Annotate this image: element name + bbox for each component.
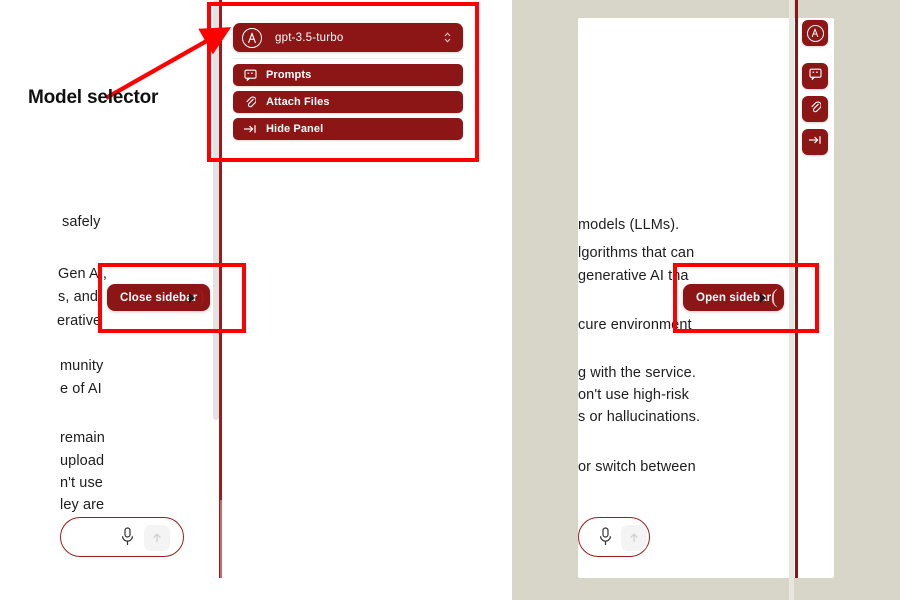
rail-button-hide-panel[interactable]: [802, 129, 828, 155]
doc-line: g with the service.: [578, 365, 696, 381]
microphone-icon[interactable]: [121, 527, 134, 553]
doc-line: ley are: [60, 497, 105, 513]
arrow-up-icon: [153, 533, 161, 542]
arrow-up-icon: [630, 533, 638, 542]
left-red-divider-fade: [220, 500, 222, 578]
rail-button-prompts[interactable]: [802, 63, 828, 89]
doc-line: models (LLMs).: [578, 217, 680, 233]
rail-button-model-selector[interactable]: [802, 20, 828, 46]
doc-line: lgorithms that can: [578, 245, 695, 261]
arrow-to-line-right-icon: [808, 133, 822, 151]
doc-line: on't use high-risk: [578, 387, 689, 403]
doc-line: safely: [62, 214, 101, 230]
screenshot-root: safely Gen AI, s, and erative munity e o…: [0, 0, 900, 600]
doc-line: n't use: [60, 475, 103, 491]
microphone-icon[interactable]: [599, 527, 612, 553]
send-button[interactable]: [621, 525, 647, 551]
doc-line: e of AI: [60, 381, 102, 397]
doc-line: munity: [60, 358, 104, 374]
send-button[interactable]: [144, 525, 170, 551]
annotation-box-close-sidebar: [98, 263, 246, 333]
doc-line: erative: [57, 313, 102, 329]
annotation-box-model-selector: [207, 2, 479, 162]
annotation-box-open-sidebar: [673, 263, 819, 333]
doc-line: generative AI tha: [578, 268, 689, 284]
doc-line: upload: [60, 453, 105, 469]
brand-a-icon: [806, 24, 824, 42]
collapsed-sidebar-rail: [802, 20, 832, 162]
doc-line: s, and: [58, 289, 99, 305]
rail-button-attach-files[interactable]: [802, 96, 828, 122]
paperclip-icon: [810, 100, 822, 119]
doc-line: remain: [60, 430, 105, 446]
doc-line: s or hallucinations.: [578, 409, 701, 425]
speech-bubble-icon: [808, 67, 822, 85]
doc-line: or switch between: [578, 459, 696, 475]
annotation-label-model-selector: Model selector: [28, 87, 159, 108]
message-composer[interactable]: [60, 517, 184, 557]
message-composer[interactable]: [578, 517, 650, 557]
